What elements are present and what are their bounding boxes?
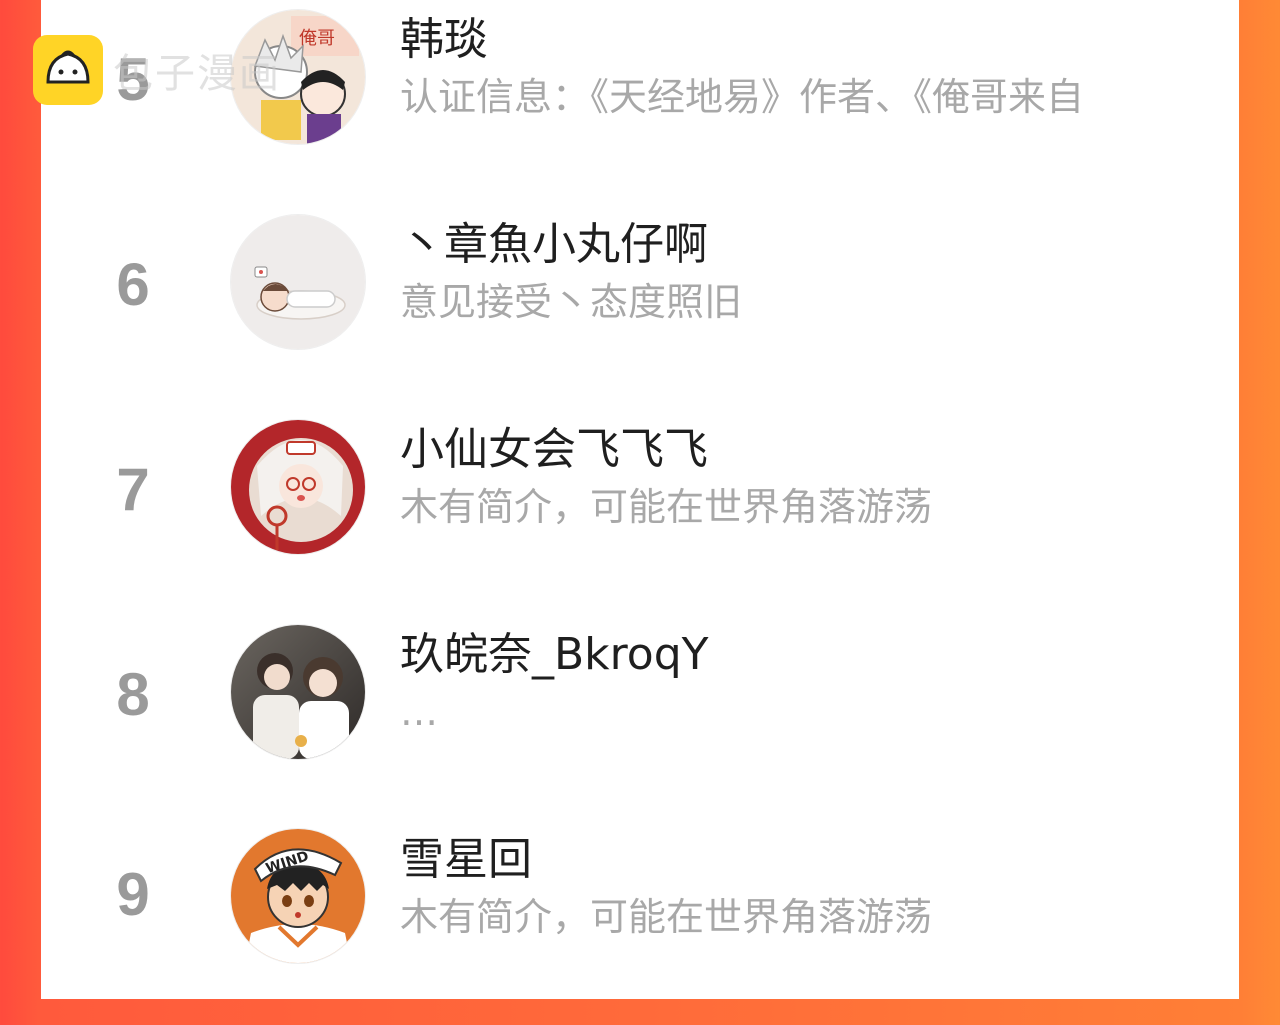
rank-number: 9 [116, 861, 150, 928]
user-bio: 木有简介，可能在世界角落游荡 [400, 485, 933, 529]
avatar-wind-boy-icon[interactable]: WIND [230, 828, 366, 964]
rank-number: 7 [116, 456, 150, 523]
user-bio: … [400, 690, 438, 734]
ranking-item[interactable]: 6 丶章魚小丸仔啊 意见接受丶态度照旧 [41, 205, 1239, 410]
user-name[interactable]: 雪星回 [400, 834, 532, 886]
user-name[interactable]: 小仙女会飞飞飞 [400, 424, 708, 476]
bun-logo-icon [33, 35, 103, 105]
avatar-two-girls-icon[interactable] [230, 624, 366, 760]
avatar-red-girl-icon[interactable] [230, 419, 366, 555]
ranking-card: 5 俺哥 韩琰 认证信息：《天经地易》作者、《俺哥来自 6 丶章魚小丸仔啊 意见… [41, 0, 1239, 999]
ranking-item[interactable]: 9 WIND 雪星回 木有简介，可能在世界角落游荡 [41, 820, 1239, 1025]
user-bio: 认证信息：《天经地易》作者、《俺哥来自 [400, 75, 1085, 119]
user-name[interactable]: 丶章魚小丸仔啊 [400, 219, 708, 271]
watermark-text: 包子漫画 [113, 51, 281, 97]
user-bio: 木有简介，可能在世界角落游荡 [400, 895, 933, 939]
rank-number: 8 [116, 661, 150, 728]
user-name[interactable]: 玖皖奈_BkroqY [400, 629, 709, 681]
watermark: 包子漫画 [33, 34, 281, 106]
rank-number: 6 [116, 251, 150, 318]
ranking-item[interactable]: 8 玖皖奈_BkroqY … [41, 615, 1239, 820]
user-name[interactable]: 韩琰 [400, 14, 488, 66]
ranking-item[interactable]: 7 小仙女会飞飞飞 木有简介，可能在世界角落游荡 [41, 410, 1239, 615]
svg-text:俺哥: 俺哥 [299, 28, 335, 49]
user-bio: 意见接受丶态度照旧 [400, 280, 743, 324]
avatar-sleeping-baby-icon[interactable] [230, 214, 366, 350]
